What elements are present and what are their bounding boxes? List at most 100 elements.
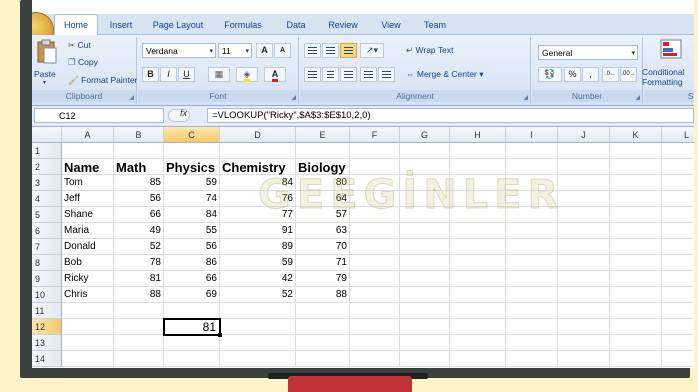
grid-cell[interactable] [610, 351, 662, 367]
grid-cell[interactable] [450, 223, 506, 239]
grid-cell[interactable] [558, 143, 610, 159]
student-name-cell[interactable]: Jeff [62, 191, 114, 207]
grid-cell[interactable] [662, 319, 694, 335]
grid-cell[interactable] [610, 175, 662, 191]
grid-cell[interactable] [450, 255, 506, 271]
grid-cell[interactable] [662, 351, 694, 367]
student-name-cell[interactable]: Tom [62, 175, 114, 191]
grid-cell[interactable] [220, 319, 296, 335]
grid-cell[interactable] [610, 271, 662, 287]
score-cell[interactable]: 42 [220, 271, 296, 287]
grid-cell[interactable] [350, 255, 400, 271]
student-name-cell[interactable]: Donald [62, 239, 114, 255]
wrap-text-button[interactable]: ↵ Wrap Text [406, 45, 453, 56]
score-cell[interactable]: 70 [296, 239, 350, 255]
grid-cell[interactable] [350, 239, 400, 255]
row-header-11[interactable]: 11 [32, 303, 62, 319]
grid-cell[interactable] [610, 143, 662, 159]
copy-button[interactable]: ❐ Copy [68, 57, 98, 68]
align-left-button[interactable] [304, 67, 321, 82]
grid-cell[interactable] [506, 143, 558, 159]
column-header-c[interactable]: C [164, 127, 220, 143]
grid-cell[interactable] [114, 351, 164, 367]
grid-cell[interactable] [400, 351, 450, 367]
tab-data[interactable]: Data [282, 16, 310, 34]
grid-cell[interactable] [350, 351, 400, 367]
grid-cell[interactable] [662, 191, 694, 207]
increase-decimal-button[interactable]: .0← [602, 67, 619, 82]
italic-button[interactable]: I [160, 67, 177, 82]
row-header-3[interactable]: 3 [32, 175, 62, 191]
conditional-formatting-button[interactable]: Conditional Formatting [642, 39, 694, 91]
student-name-cell[interactable]: Bob [62, 255, 114, 271]
grid-cell[interactable] [558, 159, 610, 175]
grid-cell[interactable] [114, 335, 164, 351]
table-header-cell[interactable]: Physics [164, 160, 220, 176]
grid-cell[interactable] [558, 239, 610, 255]
grid-cell[interactable] [450, 335, 506, 351]
cut-button[interactable]: ✂ Cut [68, 40, 91, 51]
grid-cell[interactable] [164, 303, 220, 319]
grid-cell[interactable] [662, 207, 694, 223]
format-painter-button[interactable]: 🖌 Format Painter [68, 75, 137, 86]
score-cell[interactable]: 49 [114, 223, 164, 239]
grid-cell[interactable] [610, 303, 662, 319]
grid-cell[interactable] [662, 175, 694, 191]
score-cell[interactable]: 74 [164, 191, 220, 207]
grid-cell[interactable] [506, 239, 558, 255]
grid-cell[interactable] [164, 335, 220, 351]
grid-cell[interactable] [62, 303, 114, 319]
grid-cell[interactable] [662, 223, 694, 239]
score-cell[interactable]: 88 [296, 287, 350, 303]
align-top-button[interactable] [304, 43, 321, 58]
grid-cell[interactable] [350, 223, 400, 239]
worksheet-grid[interactable]: A B C D E F G H I J K L 1 2 3 4 5 6 7 8 9 10 11 12 13 14 Name Math P… [32, 127, 694, 368]
row-header-8[interactable]: 8 [32, 255, 62, 271]
grid-cell[interactable] [400, 287, 450, 303]
grid-cell[interactable] [558, 207, 610, 223]
grid-cell[interactable] [506, 271, 558, 287]
grid-cell[interactable] [506, 287, 558, 303]
fill-handle[interactable] [218, 333, 222, 337]
select-all-corner[interactable] [32, 127, 62, 143]
grid-cell[interactable] [62, 335, 114, 351]
row-header-6[interactable]: 6 [32, 223, 62, 239]
score-cell[interactable]: 66 [164, 271, 220, 287]
grid-cell[interactable] [558, 255, 610, 271]
grid-cell[interactable] [610, 159, 662, 175]
grid-cell[interactable] [558, 271, 610, 287]
grid-cell[interactable] [350, 335, 400, 351]
score-cell[interactable]: 59 [220, 255, 296, 271]
tab-formulas[interactable]: Formulas [220, 16, 266, 34]
decrease-decimal-button[interactable]: .00→ [620, 67, 637, 82]
grid-cell[interactable] [296, 143, 350, 159]
score-cell[interactable]: 55 [164, 223, 220, 239]
tab-home[interactable]: Home [54, 14, 98, 36]
underline-button[interactable]: U [178, 67, 195, 82]
grid-cell[interactable] [558, 351, 610, 367]
font-name-select[interactable]: Verdana ▾ [142, 43, 216, 58]
grid-cell[interactable] [114, 303, 164, 319]
grid-cell[interactable] [220, 143, 296, 159]
grid-cell[interactable] [662, 255, 694, 271]
grid-cell[interactable] [506, 223, 558, 239]
insert-function-button[interactable]: fx [180, 108, 187, 118]
table-header-cell[interactable]: Math [114, 160, 164, 176]
grid-cell[interactable] [450, 143, 506, 159]
student-name-cell[interactable]: Ricky [62, 271, 114, 287]
align-right-button[interactable] [340, 67, 357, 82]
borders-button[interactable]: ▦ [208, 67, 230, 82]
grid-cell[interactable] [506, 303, 558, 319]
grid-cell[interactable] [558, 319, 610, 335]
decrease-indent-button[interactable] [360, 67, 377, 82]
grid-cell[interactable] [400, 143, 450, 159]
grid-cell[interactable] [62, 143, 114, 159]
merge-center-button[interactable]: ⇔ Merge & Center ▾ [406, 69, 484, 80]
row-header-12[interactable]: 12 [32, 319, 62, 335]
font-color-button[interactable]: A [264, 67, 286, 82]
score-cell[interactable]: 78 [114, 255, 164, 271]
score-cell[interactable]: 69 [164, 287, 220, 303]
grid-cell[interactable] [400, 303, 450, 319]
grid-cell[interactable] [662, 143, 694, 159]
grid-cell[interactable] [114, 143, 164, 159]
